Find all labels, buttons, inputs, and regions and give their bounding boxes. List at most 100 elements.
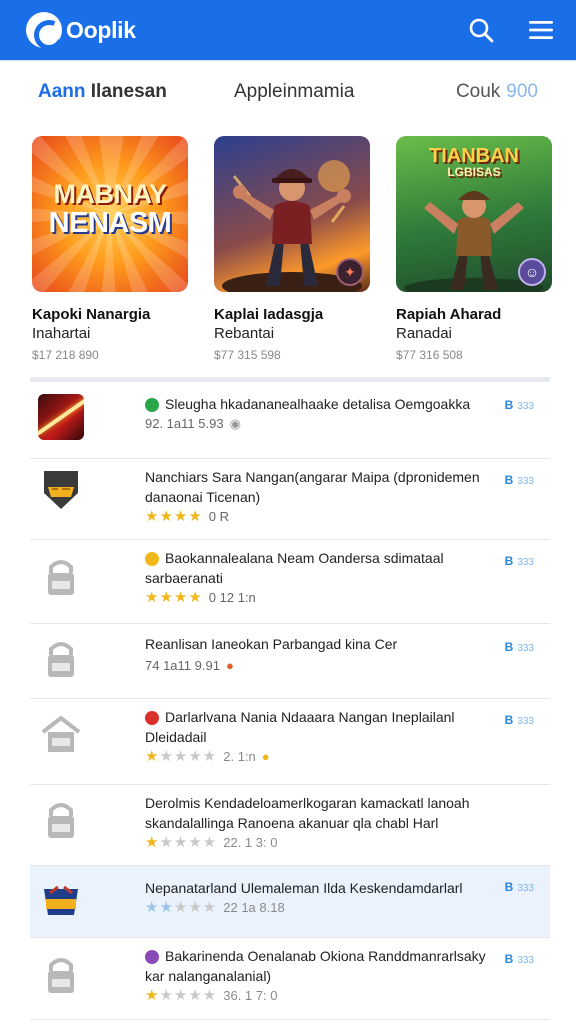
- list-item-meta-text: 2. 1:n: [223, 749, 256, 764]
- featured-meta: $77 316 508: [396, 348, 463, 362]
- get-button-label: B: [504, 952, 514, 966]
- badge-icon: [145, 711, 159, 726]
- list-item[interactable]: Nanchiars Sara Nangan(angarar Maipa (dpr…: [30, 459, 550, 540]
- featured-badge-icon: ☺: [518, 258, 546, 286]
- art-logo-line-2: NENASM: [48, 207, 172, 240]
- featured-card[interactable]: ✦ Kaplai Iadasgja Rebantai $77 315 598: [214, 136, 370, 366]
- featured-subtitle: Ranadai: [396, 325, 452, 342]
- hamburger-menu-icon: [529, 21, 553, 39]
- get-button-label: B: [504, 880, 514, 894]
- list-item-meta: ★★★★ 0 R: [145, 507, 490, 527]
- get-button-sub: 333: [517, 883, 534, 894]
- list-item-meta-text: 74 1a11 9.91: [145, 658, 220, 673]
- get-button[interactable]: B 333: [505, 554, 534, 568]
- list-item-meta: ★★★★★ 36. 1 7: 0: [145, 986, 490, 1006]
- list-item[interactable]: Bakarinenda Oenalanab Okiona Randdmanrar…: [30, 938, 550, 1020]
- lock-placeholder-icon: [48, 560, 74, 595]
- rating-stars: ★★★★★: [145, 748, 218, 765]
- list-item-meta: 92. 1a11 5.93 ◉: [145, 414, 490, 434]
- tab-1-label: Ilanesan: [85, 80, 167, 102]
- brand[interactable]: Ooplik: [26, 12, 136, 48]
- search-button[interactable]: [466, 15, 496, 45]
- list-item-title: Darlarlvana Nania Ndaaara Nangan Ineplai…: [145, 707, 490, 747]
- rating-stars: ★★★★: [145, 508, 203, 525]
- list-item-meta-text: 22 1a 8.18: [223, 900, 285, 915]
- get-button-sub: 333: [517, 955, 534, 966]
- tab-2[interactable]: Appleinmamia: [234, 81, 452, 103]
- tab-3-label: Couk: [455, 80, 501, 102]
- list-item-title: Nanchiars Sara Nangan(angarar Maipa (dpr…: [145, 469, 480, 505]
- get-button-sub: 333: [517, 557, 534, 568]
- search-icon: [469, 18, 494, 43]
- get-button-label: B: [504, 713, 514, 727]
- featured-subtitle: Inahartai: [32, 325, 91, 342]
- category-tabs: Aann Ilanesan Appleinmamia Couk 900: [0, 60, 576, 122]
- trophy-icon: ●: [261, 749, 270, 764]
- get-button-label: B: [504, 398, 514, 412]
- rating-stars: ★★★★★: [145, 834, 218, 851]
- badge-icon: [145, 950, 159, 965]
- get-button[interactable]: B 333: [505, 473, 534, 487]
- menu-button[interactable]: [526, 15, 556, 45]
- get-button[interactable]: B 333: [505, 880, 534, 894]
- list-item-meta-text: 0 12 1:n: [208, 590, 256, 605]
- brand-logo-icon: [26, 12, 62, 48]
- list-item[interactable]: Sleugha hkadananealhaake detalisa Oemgoa…: [30, 382, 550, 459]
- list-item[interactable]: Darlarlvana Nania Ndaaara Nangan Ineplai…: [30, 699, 550, 785]
- list-item-title: Bakarinenda Oenalanab Okiona Randdmanrar…: [145, 946, 490, 986]
- list-item[interactable]: Reanlisan Ianeokan Parbangad kina Cer 74…: [30, 624, 550, 699]
- rating-stars: ★★★★★: [145, 987, 218, 1004]
- list-item-title-text: Darlarlvana Nania Ndaaara Nangan Ineplai…: [145, 709, 455, 745]
- get-button[interactable]: B 333: [505, 952, 534, 966]
- list-item[interactable]: Baokannalealana Neam Oandersa sdimataal …: [30, 540, 550, 624]
- list-item-title: Baokannalealana Neam Oandersa sdimataal …: [145, 548, 490, 588]
- list-item-meta-text: 92. 1a11 5.93: [145, 416, 224, 431]
- art-logo-line-1: MABNAY: [53, 179, 167, 209]
- list-item-meta: ★★★★★ 22 1a 8.18: [145, 898, 490, 918]
- get-button[interactable]: B 333: [505, 398, 534, 412]
- rating-stars: ★★★★★: [145, 899, 218, 916]
- app-list: Sleugha hkadananealhaake detalisa Oemgoa…: [30, 382, 550, 1020]
- featured-card[interactable]: TIANBAN LGBISAS ☺ Rapiah Aharad Ranadai $…: [396, 136, 552, 366]
- featured-subtitle: Rebantai: [214, 325, 275, 342]
- list-item-title: Nepanatarland Ulemaleman Ilda Keskendamd…: [145, 880, 463, 896]
- list-item-title-text: Bakarinenda Oenalanab Okiona Randdmanrar…: [145, 948, 486, 984]
- list-item-meta: 74 1a11 9.91 ●: [145, 656, 490, 676]
- featured-art-2: ✦: [214, 136, 370, 292]
- art-logo-line-1: TIANBAN: [429, 145, 519, 167]
- info-icon: ◉: [229, 416, 241, 431]
- list-item-title: Derolmis Kendadeloamerlkogaran kamackatl…: [145, 795, 470, 831]
- app-name: Ooplik: [66, 16, 136, 43]
- game-shield-icon: [44, 471, 78, 509]
- list-item-meta: ★★★★★ 22. 1 3: 0: [145, 833, 520, 853]
- tab-3[interactable]: Couk 900: [456, 81, 538, 103]
- rating-stars: ★★★★: [145, 589, 203, 606]
- list-item-meta-text: 36. 1 7: 0: [223, 988, 278, 1003]
- list-item-meta-text: 22. 1 3: 0: [223, 835, 278, 850]
- featured-art-logo: MABNAY NENASM: [38, 180, 182, 239]
- get-button-sub: 333: [517, 401, 534, 412]
- tab-1-accent: Aann: [38, 80, 86, 102]
- tab-3-count: 900: [506, 80, 538, 102]
- lock-placeholder-icon: [48, 803, 74, 838]
- get-button[interactable]: B 333: [505, 640, 534, 654]
- featured-meta: $17 218 890: [32, 348, 99, 362]
- list-item-title: Sleugha hkadananealhaake detalisa Oemgoa…: [145, 394, 490, 414]
- list-item[interactable]: Derolmis Kendadeloamerlkogaran kamackatl…: [30, 785, 550, 866]
- featured-carousel: MABNAY NENASM Kapoki Nanargia Inahartai $…: [32, 136, 552, 366]
- featured-meta: $77 315 598: [214, 348, 281, 362]
- home-placeholder-icon: [41, 715, 81, 752]
- featured-art-3: TIANBAN LGBISAS ☺: [396, 136, 552, 292]
- get-button[interactable]: B 333: [505, 713, 534, 727]
- game-emblem-icon: [44, 885, 78, 915]
- list-item-title: Reanlisan Ianeokan Parbangad kina Cer: [145, 636, 398, 652]
- tab-1[interactable]: Aann Ilanesan: [38, 81, 234, 103]
- featured-art-1: MABNAY NENASM: [32, 136, 188, 292]
- get-button-label: B: [504, 473, 514, 487]
- list-item-meta: ★★★★★ 2. 1:n ●: [145, 747, 490, 767]
- featured-card[interactable]: MABNAY NENASM Kapoki Nanargia Inahartai $…: [32, 136, 188, 366]
- top-app-bar: Ooplik: [0, 0, 576, 60]
- list-item[interactable]: Nepanatarland Ulemaleman Ilda Keskendamd…: [30, 866, 550, 938]
- list-item-title-text: Sleugha hkadananealhaake detalisa Oemgoa…: [165, 396, 471, 412]
- lock-placeholder-icon: [48, 642, 74, 677]
